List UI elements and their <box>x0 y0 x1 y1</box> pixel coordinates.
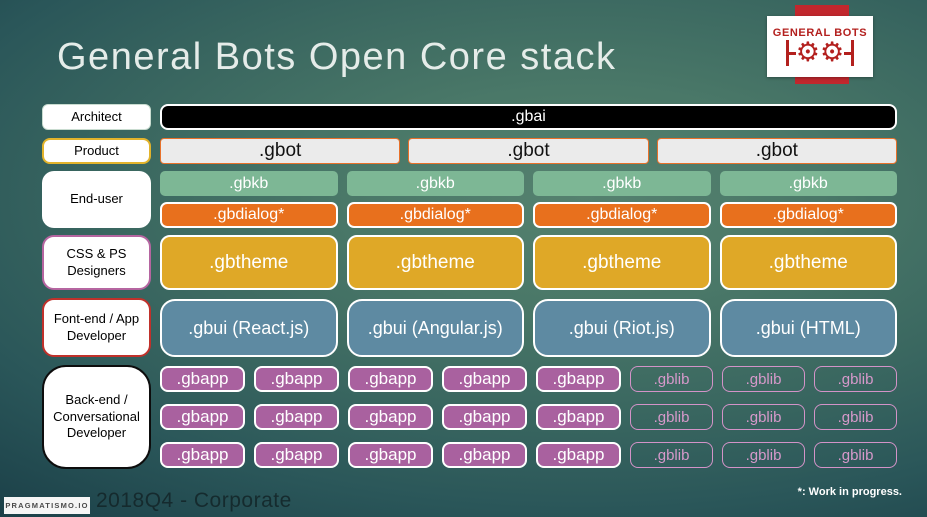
label-text: Developer <box>66 425 127 441</box>
gbtheme-box: .gbtheme <box>533 235 711 290</box>
general-bots-logo: GENERAL BOTS ⚙ ⚙ <box>767 16 873 77</box>
gbapp-box: .gbapp <box>254 366 339 392</box>
gbapp-box: .gbapp <box>160 366 245 392</box>
gbapp-box: .gbapp <box>348 404 433 430</box>
row-backend-1: .gbapp .gbapp .gbapp .gbapp .gbapp .gbli… <box>160 366 897 392</box>
gbui-html-box: .gbui (HTML) <box>719 299 897 357</box>
row-gbui: .gbui (React.js) .gbui (Angular.js) .gbu… <box>160 299 897 357</box>
gbdialog-box: .gbdialog* <box>346 202 524 228</box>
gbkb-box: .gbkb <box>346 171 524 196</box>
gbdialog-box: .gbdialog* <box>160 202 338 228</box>
gbui-react-box: .gbui (React.js) <box>160 299 338 357</box>
row-gbkb: .gbkb .gbkb .gbkb .gbkb <box>160 171 897 196</box>
gbapp-box: .gbapp <box>442 366 527 392</box>
footer-caption: 2018Q4 - Corporate <box>96 489 292 512</box>
row-backend-3: .gbapp .gbapp .gbapp .gbapp .gbapp .gbli… <box>160 442 897 468</box>
gblib-box: .gblib <box>722 442 805 468</box>
gbapp-box: .gbapp <box>254 404 339 430</box>
gbtheme-box: .gbtheme <box>719 235 897 290</box>
gbapp-box: .gbapp <box>442 442 527 468</box>
gbdialog-box: .gbdialog* <box>533 202 711 228</box>
gbot-box: .gbot <box>656 138 897 164</box>
gbapp-box: .gbapp <box>254 442 339 468</box>
gbkb-box: .gbkb <box>160 171 338 196</box>
logo-connector-left <box>788 51 796 55</box>
label-text: Back-end / <box>65 391 128 407</box>
row-gbtheme: .gbtheme .gbtheme .gbtheme .gbtheme <box>160 235 897 290</box>
label-text: Product <box>74 142 119 158</box>
work-in-progress-note: *: Work in progress. <box>797 486 902 498</box>
gears-icon: ⚙ ⚙ <box>785 37 855 68</box>
label-frontend-app-developer: Font-end / App Developer <box>42 298 151 357</box>
gblib-box: .gblib <box>630 366 713 392</box>
gblib-box: .gblib <box>630 404 713 430</box>
label-text: Architect <box>71 108 122 124</box>
gbui-riot-box: .gbui (Riot.js) <box>533 299 711 357</box>
label-end-user: End-user <box>42 171 151 228</box>
gbapp-box: .gbapp <box>536 366 621 392</box>
gbtheme-box: .gbtheme <box>346 235 524 290</box>
gbapp-box: .gbapp <box>160 442 245 468</box>
label-text: Font-end / App <box>53 310 140 326</box>
gbapp-box: .gbapp <box>536 442 621 468</box>
gbkb-box: .gbkb <box>533 171 711 196</box>
label-product: Product <box>42 138 151 164</box>
gbapp-box: .gbapp <box>536 404 621 430</box>
row-backend-2: .gbapp .gbapp .gbapp .gbapp .gbapp .gbli… <box>160 404 897 430</box>
row-gbot: .gbot .gbot .gbot <box>160 138 897 164</box>
gblib-box: .gblib <box>814 442 897 468</box>
gbtheme-box: .gbtheme <box>160 235 338 290</box>
slide: General Bots Open Core stack GENERAL BOT… <box>0 0 927 517</box>
gbai-box: .gbai <box>160 104 897 130</box>
label-text: Designers <box>67 262 126 278</box>
row-gbai: .gbai <box>160 104 897 130</box>
label-text: Conversational <box>53 408 140 424</box>
gbapp-box: .gbapp <box>348 366 433 392</box>
label-text: CSS & PS <box>66 245 127 261</box>
gblib-box: .gblib <box>814 366 897 392</box>
logo-bar-right <box>851 40 855 66</box>
label-backend-conversational-developer: Back-end / Conversational Developer <box>42 365 151 469</box>
gbapp-box: .gbapp <box>160 404 245 430</box>
page-title: General Bots Open Core stack <box>57 36 617 78</box>
gbdialog-box: .gbdialog* <box>719 202 897 228</box>
label-css-ps-designers: CSS & PS Designers <box>42 235 151 290</box>
gear-icon: ⚙ <box>820 37 845 68</box>
gear-icon: ⚙ <box>795 37 820 68</box>
gbui-angular-box: .gbui (Angular.js) <box>346 299 524 357</box>
label-text: Developer <box>66 327 127 343</box>
gbapp-box: .gbapp <box>442 404 527 430</box>
gbot-box: .gbot <box>408 138 649 164</box>
gbkb-box: .gbkb <box>719 171 897 196</box>
label-text: End-user <box>70 191 123 207</box>
gblib-box: .gblib <box>722 366 805 392</box>
gblib-box: .gblib <box>722 404 805 430</box>
gblib-box: .gblib <box>814 404 897 430</box>
gbapp-box: .gbapp <box>348 442 433 468</box>
gbot-box: .gbot <box>160 138 401 164</box>
label-architect: Architect <box>42 104 151 130</box>
gblib-box: .gblib <box>630 442 713 468</box>
pragmatismo-watermark: PRAGMATISMO.IO <box>4 497 90 514</box>
logo-connector-right <box>844 51 852 55</box>
row-gbdialog: .gbdialog* .gbdialog* .gbdialog* .gbdial… <box>160 202 897 228</box>
